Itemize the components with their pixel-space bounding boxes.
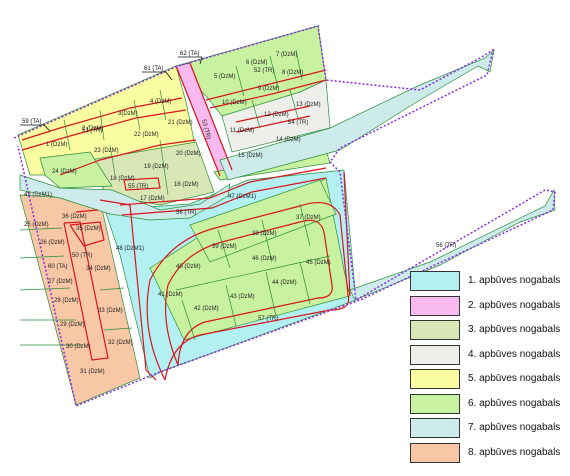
plot-label: 17 (DzM): [140, 196, 165, 202]
plot-label: 22 (DzM): [134, 132, 159, 138]
plot-label: 24 (DzM): [52, 169, 77, 175]
plot-label: 15 (DzM): [238, 153, 263, 159]
plot-label: 35 (DzM): [76, 226, 101, 232]
plot-label: 36 (DzM): [62, 214, 87, 220]
plot-label: 18 (DzM): [110, 176, 135, 182]
legend-item: 8. apbūves nogabals: [410, 442, 561, 465]
plot-label: 9 (DzM): [258, 86, 279, 92]
plot-label: 3(DzM): [118, 111, 138, 117]
legend-swatch: [410, 344, 460, 365]
legend-swatch: [410, 369, 460, 389]
legend-swatch: [410, 418, 460, 438]
plot-label: 47 (DzM1): [228, 194, 256, 200]
legend-item: 5. apbūves nogabals: [410, 369, 561, 391]
legend-swatch: [410, 393, 460, 414]
legend-label: 2. apbūves nogabals: [468, 299, 561, 311]
plot-label: 56 (TR): [176, 210, 196, 216]
plot-label: 46 (DzM): [252, 256, 277, 262]
plot-label: 10 (DzM): [222, 100, 247, 106]
legend-label: 8. apbūves nogabals: [468, 446, 561, 458]
legend-label: 1. apbūves nogabals: [468, 275, 561, 286]
plot-label: 29 (DzM): [60, 322, 85, 328]
plot-label: 4 (DzM): [150, 99, 171, 105]
plot-label: 13 (DzM): [296, 102, 321, 108]
legend-item: 1. apbūves nogabals: [410, 271, 561, 293]
plot-label: 51 (TR): [82, 128, 102, 134]
plot-label: 49 (DzM1): [24, 192, 52, 198]
plot-label: 19 (DzM): [144, 164, 169, 170]
legend-label: 6. apbūves nogabals: [468, 397, 561, 409]
plot-label: 11 (DzM): [230, 128, 254, 134]
plot-label: 30 (DzM): [66, 344, 91, 350]
plot-label: 25 (DzM): [24, 222, 49, 228]
plot-label: 33 (DzM): [98, 308, 123, 314]
plot-label: 44 (DzM): [272, 280, 297, 286]
legend-item: 2. apbūves nogabals: [410, 295, 561, 318]
legend-swatch: [410, 271, 460, 291]
plot-label: 54 (TR): [288, 120, 308, 126]
legend-label: 3. apbūves nogabals: [468, 324, 561, 335]
ta-label-59: 59 (TA): [22, 119, 42, 125]
legend-swatch: [410, 295, 460, 316]
plot-label: 43 (DzM): [230, 294, 255, 300]
plot-label: 12 (DzM): [264, 112, 289, 118]
plot-label: 8 (DzM): [282, 70, 303, 76]
plot-label: 41 (DzM): [158, 292, 183, 298]
legend-label: 7. apbūves nogabals: [468, 422, 561, 433]
plot-label: 52 (TR): [254, 68, 274, 74]
plot-label: 37 (DzM): [296, 215, 321, 221]
plot-label: 50 (TR): [72, 253, 92, 259]
legend-swatch: [410, 442, 460, 463]
plot-label: 55 (TR): [128, 184, 148, 190]
plot-label: 42 (DzM): [194, 306, 219, 312]
ta-label-62: 62 (TA): [180, 51, 200, 57]
plot-label: 45 (DzM): [306, 260, 331, 266]
legend-item: 4. apbūves nogabals: [410, 344, 561, 367]
plot-label: 38 (DzM): [252, 231, 277, 237]
plot-label: 28 (DzM): [54, 298, 79, 304]
legend-item: 6. apbūves nogabals: [410, 393, 561, 416]
plot-label: 48 (DzM1): [116, 246, 144, 252]
plot-label: 20 (DzM): [176, 151, 201, 157]
ta-label-61: 61 (TA): [144, 66, 164, 72]
plot-label: 21 (DzM): [168, 120, 193, 126]
plot-label: 57 (TR): [258, 316, 278, 322]
plot-label: 60 (TA): [48, 264, 68, 270]
plot-label: 5 (DzM): [214, 74, 235, 80]
plot-label: 56 (TR): [436, 243, 456, 249]
plot-label: 26 (DzM): [40, 240, 65, 246]
plot-label: 27 (DzM): [48, 279, 73, 285]
legend-label: 5. apbūves nogabals: [468, 373, 561, 384]
plot-label: 32 (DzM): [108, 340, 133, 346]
legend-item: 7. apbūves nogabals: [410, 418, 561, 440]
plot-label: 31 (DzM): [80, 369, 105, 375]
plot-label: 34 (DzM): [86, 266, 111, 272]
legend-item: 3. apbūves nogabals: [410, 320, 561, 342]
plot-label: 23 (DzM): [94, 148, 119, 154]
plot-label: 40 (DzM): [176, 264, 201, 270]
plot-label: 14 (DzM): [276, 137, 301, 143]
legend-swatch: [410, 320, 460, 340]
plot-label: 16 (DzM): [174, 182, 199, 188]
plot-label: 1 (DzM): [46, 142, 67, 148]
legend-label: 4. apbūves nogabals: [468, 348, 561, 360]
plot-label: 6 (DzM): [246, 60, 267, 66]
plot-label: 39 (DzM): [212, 244, 237, 250]
plot-label: 7 (DzM): [276, 52, 297, 58]
